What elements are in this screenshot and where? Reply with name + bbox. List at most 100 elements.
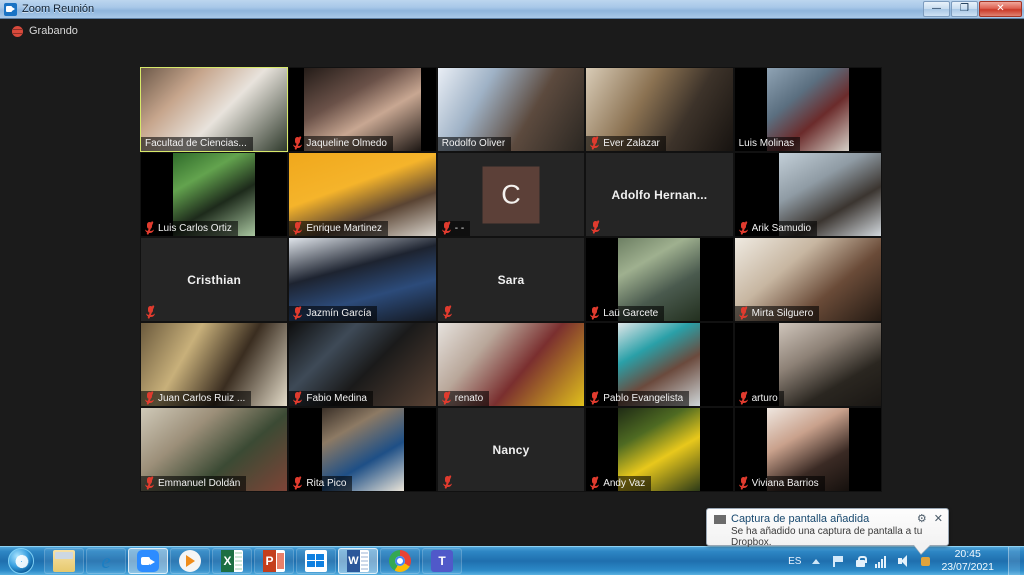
mic-muted-icon bbox=[293, 306, 303, 320]
mic-muted-icon bbox=[293, 221, 303, 235]
participant-tile[interactable]: renato bbox=[436, 322, 586, 407]
notification-header: Captura de pantalla añadida bbox=[707, 509, 948, 525]
participant-name: Jazmín García bbox=[306, 307, 372, 319]
participant-tile[interactable]: Andy Vaz bbox=[585, 407, 734, 492]
participant-tile[interactable]: Arik Samudio bbox=[733, 152, 882, 237]
participant-name: Mirta Silguero bbox=[751, 307, 814, 319]
taskbar-button-teams[interactable]: T bbox=[422, 548, 462, 574]
desktop-screen: Zoom Reunión — ❐ ✕ Grabando Facultad de … bbox=[0, 0, 1024, 575]
window-controls: — ❐ ✕ bbox=[923, 1, 1022, 17]
participant-name: Jaqueline Olmedo bbox=[306, 137, 387, 149]
participant-tile[interactable]: Adolfo Hernan... bbox=[585, 152, 734, 237]
taskbar-button-internet-explorer[interactable]: e bbox=[86, 548, 126, 574]
participant-name: arturo bbox=[751, 392, 778, 404]
security-icon[interactable] bbox=[853, 554, 868, 568]
mic-muted-icon bbox=[590, 476, 600, 490]
maximize-button[interactable]: ❐ bbox=[951, 1, 978, 17]
participant-tile[interactable]: Nancy bbox=[436, 407, 586, 492]
mic-muted-icon bbox=[441, 221, 451, 235]
participant-namebar: Facultad de Ciencias... bbox=[141, 137, 253, 151]
dropbox-tray-icon[interactable] bbox=[919, 554, 933, 568]
participant-tile[interactable]: Fabio Medina bbox=[288, 322, 437, 407]
taskbar-button-zoom[interactable] bbox=[128, 548, 168, 574]
participant-tile[interactable]: Rita Pico bbox=[288, 407, 437, 492]
participant-tile[interactable]: Jaqueline Olmedo bbox=[288, 67, 437, 152]
dropbox-icon bbox=[714, 514, 726, 525]
participant-namebar: Fabio Medina bbox=[289, 391, 373, 406]
participant-tile[interactable]: Viviana Barrios bbox=[733, 407, 882, 492]
recording-indicator[interactable]: Grabando bbox=[12, 25, 78, 37]
participant-tile[interactable]: Juan Carlos Ruiz ... bbox=[140, 322, 289, 407]
language-indicator[interactable]: ES bbox=[788, 556, 801, 567]
dropbox-notification[interactable]: ⚙ ✕ Captura de pantalla añadida Se ha añ… bbox=[706, 508, 949, 548]
participant-tile[interactable]: C- - bbox=[436, 152, 586, 237]
mic-muted-icon bbox=[293, 391, 303, 405]
taskbar-button-word[interactable] bbox=[338, 548, 378, 574]
mic-muted-icon bbox=[146, 305, 155, 319]
participant-tile[interactable]: Mirta Silguero bbox=[733, 237, 882, 322]
mic-muted-icon bbox=[590, 306, 600, 320]
participant-tile[interactable]: Rodolfo Oliver bbox=[436, 67, 586, 152]
participant-status bbox=[438, 305, 458, 321]
participant-namebar: Enrique Martinez bbox=[289, 221, 388, 236]
minimize-button[interactable]: — bbox=[923, 1, 950, 17]
mic-muted-icon bbox=[590, 136, 600, 150]
mic-muted-icon bbox=[591, 220, 601, 234]
taskbar-button-excel[interactable] bbox=[212, 548, 252, 574]
participant-status bbox=[586, 220, 606, 236]
show-desktop-button[interactable] bbox=[1008, 546, 1020, 575]
participant-name: Ever Zalazar bbox=[603, 137, 660, 149]
windows-logo-icon bbox=[8, 548, 34, 574]
participant-name: Cristhian bbox=[187, 272, 242, 287]
notification-close-icon[interactable]: ✕ bbox=[934, 512, 943, 525]
participant-tile[interactable]: Sara bbox=[436, 237, 586, 322]
action-center-icon[interactable] bbox=[831, 554, 845, 568]
taskbar-button-chrome[interactable] bbox=[380, 548, 420, 574]
powerpoint-icon bbox=[263, 550, 285, 572]
zoom-icon bbox=[4, 2, 17, 16]
participant-tile[interactable]: Ever Zalazar bbox=[585, 67, 734, 152]
participant-name: Laü Garcete bbox=[603, 307, 659, 319]
participant-namebar: Luis Carlos Ortiz bbox=[141, 221, 238, 236]
network-icon[interactable] bbox=[875, 554, 889, 568]
mic-muted-icon bbox=[145, 391, 154, 405]
close-button[interactable]: ✕ bbox=[979, 1, 1022, 17]
participant-tile[interactable]: Pablo Evangelista bbox=[585, 322, 734, 407]
mic-muted-icon bbox=[590, 391, 600, 405]
chrome-icon bbox=[389, 550, 411, 572]
notification-settings-icon[interactable]: ⚙ bbox=[917, 512, 927, 525]
participant-namebar: - - bbox=[437, 221, 471, 236]
participant-tile[interactable]: Facultad de Ciencias... bbox=[140, 67, 289, 152]
recording-label: Grabando bbox=[29, 25, 78, 37]
participant-tile[interactable]: Laü Garcete bbox=[585, 237, 734, 322]
participant-namebar: Mirta Silguero bbox=[734, 306, 820, 321]
participant-tile[interactable]: Jazmín García bbox=[288, 237, 437, 322]
participant-namebar: Andy Vaz bbox=[586, 476, 652, 491]
taskbar-button-media-player[interactable] bbox=[170, 548, 210, 574]
taskbar-items: eT bbox=[44, 548, 462, 574]
mic-muted-icon bbox=[738, 476, 748, 490]
participant-tile[interactable]: Luis Carlos Ortiz bbox=[140, 152, 289, 237]
clock[interactable]: 20:45 23/07/2021 bbox=[941, 548, 1000, 574]
mic-muted-icon bbox=[293, 476, 303, 490]
show-hidden-icons-icon[interactable] bbox=[809, 554, 823, 568]
participant-tile[interactable]: Emmanuel Doldán bbox=[140, 407, 289, 492]
taskbar-button-dropbox[interactable] bbox=[296, 548, 336, 574]
participant-name: Pablo Evangelista bbox=[603, 392, 684, 404]
participant-tile[interactable]: Enrique Martinez bbox=[288, 152, 437, 237]
participant-tile[interactable]: Cristhian bbox=[140, 237, 289, 322]
participant-tile[interactable]: arturo bbox=[733, 322, 882, 407]
participant-name: Enrique Martinez bbox=[306, 222, 382, 234]
start-button[interactable] bbox=[2, 548, 40, 575]
participant-name: Juan Carlos Ruiz ... bbox=[158, 392, 246, 404]
participant-name: Rita Pico bbox=[306, 477, 347, 489]
volume-icon[interactable] bbox=[897, 554, 911, 568]
participant-namebar: Ever Zalazar bbox=[586, 136, 666, 151]
dropbox-icon bbox=[305, 550, 327, 572]
mic-muted-icon bbox=[145, 476, 154, 490]
mic-muted-icon bbox=[738, 391, 748, 405]
taskbar-button-explorer[interactable] bbox=[44, 548, 84, 574]
participant-tile[interactable]: Luis Molinas bbox=[733, 67, 882, 152]
taskbar-button-powerpoint[interactable] bbox=[254, 548, 294, 574]
participant-status bbox=[141, 305, 161, 321]
